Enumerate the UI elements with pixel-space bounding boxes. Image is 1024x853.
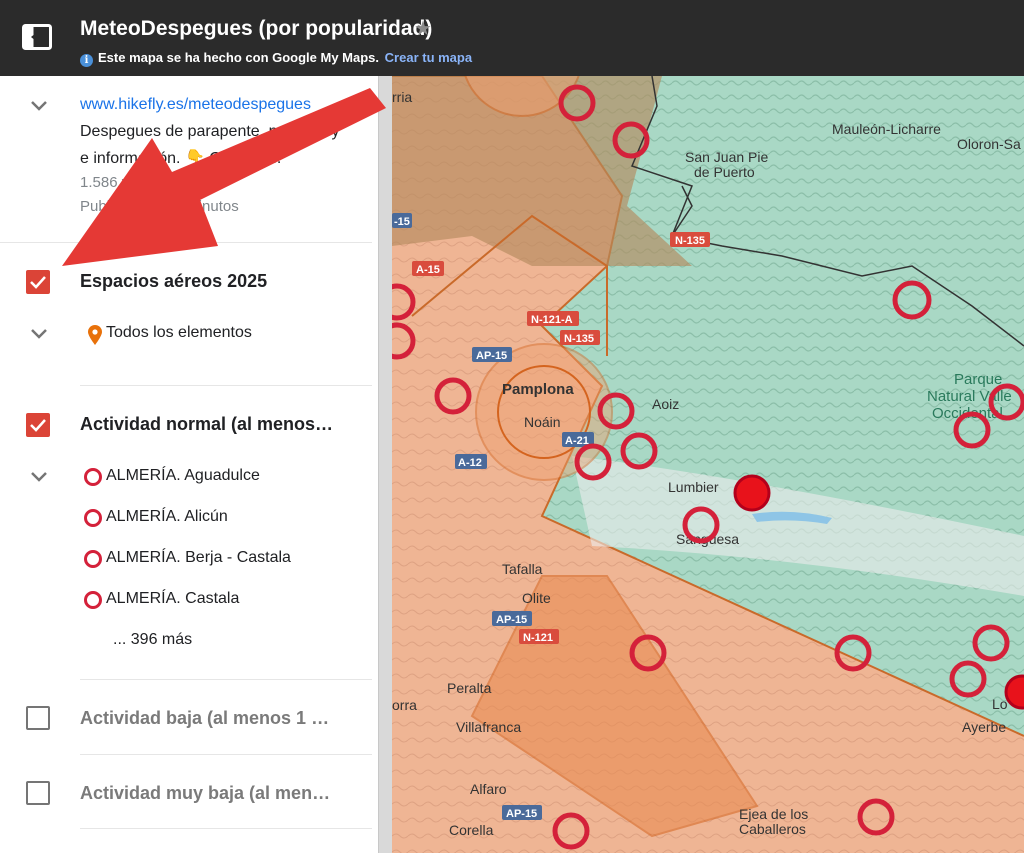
road-shield: N-135 (560, 330, 600, 345)
map-label: de Puerto (694, 164, 755, 180)
desc-text-1: Despegues de parapente, p (80, 123, 278, 140)
map-label: Aoiz (652, 396, 679, 412)
map-label: orra (392, 697, 417, 713)
map-label: Peralta (447, 680, 492, 696)
orange-pin-icon (88, 325, 102, 345)
layer-title-actividad-muy-baja[interactable]: Actividad muy baja (al men… (80, 783, 330, 804)
map-header: MeteoDespegues (por popularidad) ★ i Este… (0, 0, 1024, 76)
red-ring-icon (84, 550, 102, 568)
list-item[interactable]: ALMERÍA. Alicún (106, 508, 228, 526)
more-items-link[interactable]: ... 396 más (113, 631, 192, 649)
road-shield: AP-15 (492, 611, 532, 626)
divider (80, 828, 372, 829)
published-text: Publi (80, 198, 114, 215)
map-label: Corella (449, 822, 494, 838)
map-label: rria (392, 89, 412, 105)
road-label: -15 (394, 216, 410, 228)
map-label: Pamplona (502, 381, 574, 398)
description-line-2: e información. 👇 Cli... (80, 148, 281, 168)
red-ring-icon (84, 509, 102, 527)
road-label: N-135 (675, 235, 705, 247)
road-label: N-135 (564, 333, 594, 345)
layer-checkbox-actividad-muy-baja[interactable] (26, 781, 50, 805)
divider (80, 385, 372, 386)
road-shield: A-12 (455, 454, 487, 469)
map-label: Alfaro (470, 781, 507, 797)
map-subtitle: i Este mapa se ha hecho con Google My Map… (80, 50, 472, 67)
map-title: MeteoDespegues (por popularidad) (80, 17, 433, 40)
road-shield: -15 (392, 213, 412, 228)
map-label: Mauleón-Licharre (832, 121, 941, 137)
road-shield: AP-15 (472, 347, 512, 362)
map-canvas[interactable]: Mauleón-Licharre Oloron-Sa San Juan Pie … (392, 76, 1024, 853)
list-item[interactable]: ALMERÍA. Castala (106, 590, 239, 608)
map-label: Olite (522, 590, 551, 606)
info-icon: i (80, 54, 93, 67)
map-label: Ayerbe (962, 719, 1006, 735)
map-marker-filled[interactable] (1004, 674, 1024, 710)
red-ring-icon (84, 591, 102, 609)
desc-text-1-tail: y (331, 123, 340, 140)
layer-title-espacios[interactable]: Espacios aéreos 2025 (80, 271, 267, 292)
road-label: N-121-A (531, 314, 573, 326)
map-label: Ejea de los (739, 806, 808, 822)
road-label: AP-15 (476, 350, 507, 362)
layer-title-actividad-normal[interactable]: Actividad normal (al menos… (80, 414, 333, 435)
list-item[interactable]: ALMERÍA. Berja - Castala (106, 549, 291, 567)
published-info: Publi 19 minutos (80, 198, 239, 215)
desc-text-2: e información. 👇 Cli (80, 150, 228, 167)
road-label: AP-15 (496, 614, 527, 626)
legend-panel: www.hikefly.es/meteodespegues Despegues … (0, 76, 378, 853)
chevron-down-icon[interactable] (30, 100, 48, 112)
road-label: A-15 (416, 264, 440, 276)
layer-checkbox-actividad-baja[interactable] (26, 706, 50, 730)
layer-checkbox-espacios[interactable] (26, 270, 50, 294)
description-link[interactable]: www.hikefly.es/meteodespegues (80, 96, 311, 114)
create-map-link[interactable]: Crear tu mapa (385, 50, 472, 65)
road-label: AP-15 (506, 808, 537, 820)
road-label: A-12 (458, 457, 482, 469)
road-shield: A-15 (412, 261, 444, 276)
chevron-down-icon[interactable] (30, 328, 48, 340)
list-item[interactable]: ALMERÍA. Aguadulce (106, 467, 260, 485)
road-shield: N-121 (519, 629, 559, 644)
map-marker-filled[interactable] (733, 474, 771, 512)
map-label: Parque (954, 371, 1002, 388)
published-tail: 19 minutos (165, 198, 239, 215)
description-line-1: Despegues de parapente, p y (80, 123, 339, 141)
road-shield: N-135 (670, 232, 710, 247)
chevron-down-icon[interactable] (30, 471, 48, 483)
map-label: San Juan Pie (685, 149, 768, 165)
subtitle-text: Este mapa se ha hecho con Google My Maps… (98, 50, 380, 65)
map-label: Tafalla (502, 561, 543, 577)
layer-title-actividad-baja[interactable]: Actividad baja (al menos 1 … (80, 708, 329, 729)
star-icon[interactable]: ★ (414, 16, 432, 41)
road-shield: N-121-A (527, 311, 579, 326)
divider (80, 679, 372, 680)
layer-checkbox-actividad-normal[interactable] (26, 413, 50, 437)
panel-scrollbar[interactable] (378, 76, 393, 853)
airspace-circle (475, 343, 613, 481)
check-icon (30, 419, 46, 432)
list-item-todos[interactable]: Todos los elementos (106, 324, 252, 342)
map-label: Noáin (524, 414, 561, 430)
road-label: N-121 (523, 632, 553, 644)
map-label: Caballeros (739, 821, 806, 837)
map-svg[interactable]: Mauleón-Licharre Oloron-Sa San Juan Pie … (392, 76, 1024, 853)
views-count: 1.586 vi (80, 174, 133, 191)
divider (80, 754, 372, 755)
map-label: Lo (992, 696, 1008, 712)
map-label: Oloron-Sa (957, 136, 1021, 152)
map-label: Villafranca (456, 719, 521, 735)
red-ring-icon (84, 468, 102, 486)
desc-text-2-tail: ... (267, 150, 282, 167)
road-shield: AP-15 (502, 805, 542, 820)
map-label: Lumbier (668, 479, 719, 495)
panel-toggle-icon[interactable] (22, 24, 52, 50)
divider (0, 242, 372, 243)
check-icon (30, 276, 46, 289)
